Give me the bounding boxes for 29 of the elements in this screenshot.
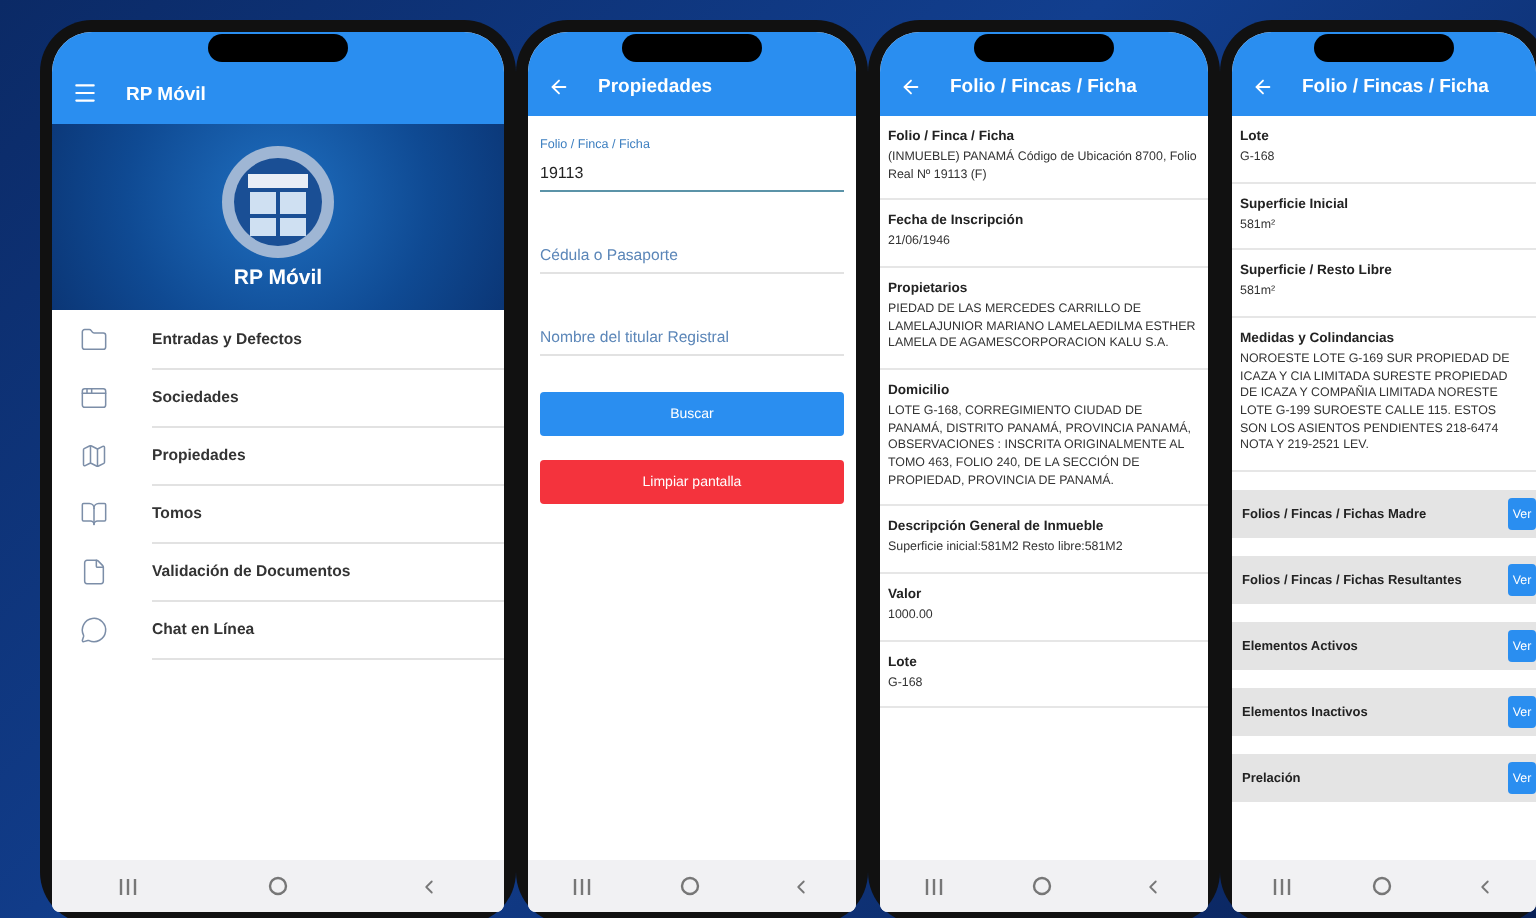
recent-apps-icon[interactable] bbox=[1272, 877, 1293, 895]
recent-apps-icon[interactable] bbox=[572, 877, 593, 895]
camera-notch bbox=[208, 34, 348, 62]
menu-item-icon bbox=[80, 615, 108, 643]
camera-notch bbox=[1314, 34, 1454, 62]
seal-logo-icon bbox=[220, 144, 336, 260]
menu-item-icon bbox=[80, 325, 108, 353]
menu-item-icon bbox=[80, 383, 108, 411]
screen-title: RP Móvil bbox=[126, 84, 206, 106]
banner-title: RP Móvil bbox=[233, 266, 323, 290]
screen-title: Folio / Fincas / Ficha bbox=[1302, 76, 1489, 98]
menu-item-icon bbox=[80, 441, 108, 469]
back-arrow-icon[interactable] bbox=[548, 76, 570, 98]
camera-notch bbox=[974, 34, 1114, 62]
menu-item-icon bbox=[80, 557, 108, 585]
menu-item-icon bbox=[80, 499, 108, 527]
screen-title: Folio / Fincas / Ficha bbox=[950, 76, 1137, 98]
home-icon[interactable] bbox=[1372, 876, 1393, 896]
home-icon[interactable] bbox=[267, 876, 287, 896]
camera-notch bbox=[622, 34, 762, 62]
home-icon[interactable] bbox=[680, 876, 701, 896]
recent-apps-icon[interactable] bbox=[924, 877, 945, 895]
text-field[interactable]: 19113 bbox=[540, 164, 844, 182]
home-icon[interactable] bbox=[1032, 876, 1053, 896]
back-arrow-icon[interactable] bbox=[1252, 76, 1274, 98]
screen-title: Propiedades bbox=[598, 76, 713, 98]
recent-apps-icon[interactable] bbox=[117, 877, 137, 895]
back-arrow-icon[interactable] bbox=[900, 76, 922, 98]
menu-icon[interactable] bbox=[72, 80, 98, 106]
